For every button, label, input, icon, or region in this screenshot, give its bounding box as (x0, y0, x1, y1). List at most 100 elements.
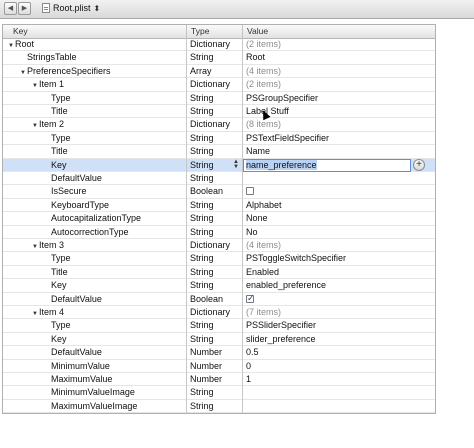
value-cell[interactable]: Enabled (243, 266, 435, 279)
value-cell[interactable] (243, 400, 435, 413)
type-cell[interactable]: Dictionary (187, 78, 243, 92)
key-cell[interactable]: Key (3, 279, 187, 293)
type-cell[interactable]: Dictionary (187, 118, 243, 132)
type-cell[interactable]: Dictionary (187, 38, 243, 52)
type-cell[interactable]: Dictionary (187, 239, 243, 253)
table-row[interactable]: Key String enabled_preference (3, 279, 435, 293)
table-row[interactable]: Type String PSToggleSwitchSpecifier (3, 252, 435, 266)
type-cell[interactable]: Number (187, 346, 243, 360)
key-cell[interactable]: Key (3, 158, 187, 172)
type-cell[interactable]: String (187, 91, 243, 105)
key-cell[interactable]: DefaultValue (3, 292, 187, 306)
type-cell[interactable]: String (187, 145, 243, 159)
column-type[interactable]: Type (187, 25, 243, 38)
table-row[interactable]: AutocorrectionType String No (3, 225, 435, 239)
key-cell[interactable]: MaximumValue (3, 373, 187, 387)
column-value[interactable]: Value (243, 25, 435, 38)
key-cell[interactable]: ▼Item 1 (3, 78, 187, 92)
key-cell[interactable]: AutocapitalizationType (3, 212, 187, 226)
key-cell[interactable]: Type (3, 131, 187, 146)
type-cell[interactable]: String (187, 225, 243, 239)
type-cell[interactable]: String (187, 105, 243, 119)
type-cell[interactable]: String (187, 212, 243, 226)
table-row[interactable]: MinimumValue Number 0 (3, 359, 435, 373)
type-cell[interactable]: String (187, 252, 243, 266)
value-cell[interactable]: 0 (243, 360, 435, 373)
table-row[interactable]: AutocapitalizationType String None (3, 212, 435, 226)
column-key[interactable]: Key (3, 25, 187, 38)
key-cell[interactable]: ▼PreferenceSpecifiers (3, 64, 187, 79)
key-cell[interactable]: DefaultValue (3, 346, 187, 360)
table-row[interactable]: DefaultValue String (3, 172, 435, 186)
key-cell[interactable]: ▼Item 2 (3, 118, 187, 132)
table-row[interactable]: IsSecure Boolean (3, 185, 435, 199)
key-cell[interactable]: DefaultValue (3, 172, 187, 186)
type-cell[interactable]: String (187, 319, 243, 333)
table-row[interactable]: DefaultValue Number 0.5 (3, 346, 435, 360)
back-button[interactable]: ◀ (4, 2, 17, 15)
table-row[interactable]: ▼Item 4 Dictionary (7 items) (3, 306, 435, 320)
key-cell[interactable]: Title (3, 145, 187, 159)
type-cell[interactable]: String (187, 131, 243, 146)
table-row[interactable]: KeyboardType String Alphabet (3, 198, 435, 213)
disclosure-triangle-icon[interactable]: ▼ (31, 120, 39, 131)
key-cell[interactable]: MinimumValueImage (3, 386, 187, 400)
type-cell[interactable]: Boolean (187, 292, 243, 306)
disclosure-triangle-icon[interactable]: ▼ (31, 80, 39, 91)
disclosure-triangle-icon[interactable]: ▼ (31, 308, 39, 319)
value-cell[interactable]: Name (243, 145, 435, 158)
table-row[interactable]: Type String PSGroupSpecifier (3, 91, 435, 105)
table-row[interactable]: MaximumValueImage String (3, 399, 435, 413)
table-row[interactable]: MinimumValueImage String (3, 386, 435, 400)
value-cell[interactable] (243, 172, 435, 185)
value-cell[interactable]: (2 items) (243, 38, 435, 51)
value-cell[interactable]: Root (243, 51, 435, 64)
checked-checkbox[interactable] (246, 293, 255, 305)
value-cell[interactable]: slider_preference (243, 333, 435, 346)
type-cell[interactable]: Number (187, 373, 243, 387)
key-cell[interactable]: ▼Item 4 (3, 306, 187, 320)
type-cell[interactable]: Dictionary (187, 306, 243, 320)
value-cell[interactable]: (4 items) (243, 239, 435, 252)
table-row[interactable]: Title String Name (3, 145, 435, 159)
table-row[interactable]: Key String ▲ ▼ name_preference + (3, 158, 435, 172)
value-cell[interactable]: (2 items) (243, 78, 435, 91)
key-cell[interactable]: Key (3, 332, 187, 347)
value-cell[interactable] (243, 293, 435, 306)
key-cell[interactable]: Type (3, 319, 187, 333)
table-row[interactable]: ▼Item 3 Dictionary (4 items) (3, 239, 435, 253)
key-cell[interactable]: IsSecure (3, 185, 187, 199)
table-row[interactable]: Type String PSSliderSpecifier (3, 319, 435, 333)
value-cell[interactable]: enabled_preference (243, 279, 435, 292)
file-jump-bar[interactable]: Root.plist ⬍ (38, 2, 104, 14)
value-cell[interactable] (243, 185, 435, 198)
table-row[interactable]: MaximumValue Number 1 (3, 373, 435, 387)
table-row[interactable]: Title String Enabled (3, 265, 435, 280)
forward-button[interactable]: ▶ (18, 2, 31, 15)
table-row[interactable]: ▼Item 2 Dictionary (8 items) (3, 118, 435, 132)
unchecked-checkbox[interactable] (246, 187, 254, 196)
type-cell[interactable]: String (187, 265, 243, 280)
value-cell[interactable]: PSToggleSwitchSpecifier (243, 252, 435, 265)
key-cell[interactable]: Title (3, 105, 187, 119)
key-cell[interactable]: ▼Item 3 (3, 239, 187, 253)
key-cell[interactable]: MaximumValueImage (3, 399, 187, 413)
value-cell[interactable]: (8 items) (243, 118, 435, 131)
key-cell[interactable]: AutocorrectionType (3, 225, 187, 239)
disclosure-triangle-icon[interactable]: ▼ (31, 241, 39, 252)
value-cell[interactable]: PSGroupSpecifier (243, 92, 435, 105)
value-cell[interactable]: PSTextFieldSpecifier (243, 132, 435, 145)
value-cell[interactable]: (7 items) (243, 306, 435, 319)
type-cell[interactable]: Number (187, 359, 243, 373)
key-cell[interactable]: ▼Root (3, 38, 187, 52)
key-cell[interactable]: Type (3, 252, 187, 266)
value-cell[interactable] (243, 386, 435, 399)
value-cell[interactable]: 1 (243, 373, 435, 386)
key-cell[interactable]: StringsTable (3, 51, 187, 65)
value-cell[interactable]: (4 items) (243, 65, 435, 78)
value-cell[interactable]: No (243, 226, 435, 239)
type-cell[interactable]: String (187, 386, 243, 400)
table-row[interactable]: ▼Root Dictionary (2 items) (3, 38, 435, 52)
key-cell[interactable]: Type (3, 91, 187, 105)
plus-icon[interactable]: + (413, 158, 425, 171)
